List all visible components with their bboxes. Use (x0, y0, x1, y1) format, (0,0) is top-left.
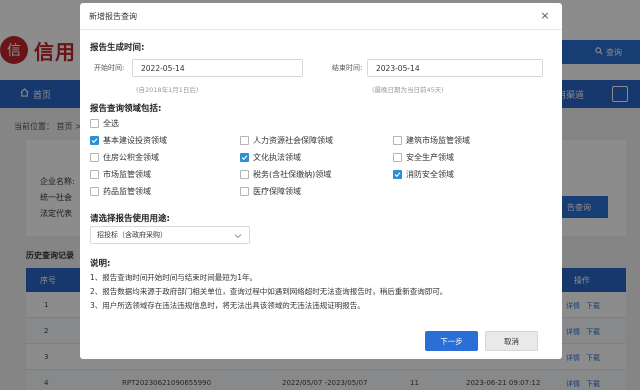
note-line: 1、报告查询时间开始时间与结束时间最短为1年。 (90, 273, 258, 282)
checkbox-unchecked[interactable] (240, 136, 249, 145)
checkbox-box[interactable] (90, 119, 99, 128)
checkbox-checked[interactable] (393, 170, 402, 179)
domain-checkbox[interactable]: 市场监管领域 (90, 169, 151, 180)
domain-checkbox-label: 安全生产领域 (406, 153, 454, 162)
domain-checkbox[interactable]: 税务(含社保缴纳)领域 (240, 169, 331, 180)
new-report-dialog: 新增报告查询 × 报告生成时间: 开始时间: 2022-05-14 (自2018… (80, 3, 562, 359)
dialog-title: 新增报告查询 (89, 12, 137, 21)
domain-section-title: 报告查询领域包括: (90, 104, 162, 114)
purpose-select-value: 招投标（含政府采购） (97, 231, 167, 239)
time-section-title: 报告生成时间: (90, 43, 145, 53)
domain-checkbox[interactable]: 医疗保障领域 (240, 186, 301, 197)
domain-checkbox-label: 药品监管领域 (103, 187, 151, 196)
divider (80, 29, 562, 30)
chevron-down-icon (233, 231, 243, 241)
domain-checkbox[interactable]: 住房公积金领域 (90, 152, 159, 163)
domain-checkbox[interactable]: 安全生产领域 (393, 152, 454, 163)
start-date-input[interactable]: 2022-05-14 (132, 59, 303, 77)
cancel-button[interactable]: 取消 (485, 331, 538, 351)
domain-checkbox-label: 医疗保障领域 (253, 187, 301, 196)
checkbox-unchecked[interactable] (393, 136, 402, 145)
checkbox-checked[interactable] (90, 136, 99, 145)
end-date-input[interactable]: 2023-05-14 (367, 59, 543, 77)
checkbox-checked[interactable] (240, 153, 249, 162)
domain-checkbox-label: 住房公积金领域 (103, 153, 159, 162)
domain-checkbox-label: 市场监管领域 (103, 170, 151, 179)
checkbox-unchecked[interactable] (90, 170, 99, 179)
domain-checkbox[interactable]: 建筑市场监管领域 (393, 135, 470, 146)
checkbox-unchecked[interactable] (90, 153, 99, 162)
end-date-hint: (最晚日期为当日前45天) (372, 86, 444, 94)
checkbox-unchecked[interactable] (393, 153, 402, 162)
domain-checkbox-label: 基本建设投资领域 (103, 136, 167, 145)
domain-checkbox[interactable]: 基本建设投资领域 (90, 135, 167, 146)
purpose-select[interactable]: 招投标（含政府采购） (90, 226, 250, 244)
note-line: 2、报告数据均来源于政府部门相关单位，查询过程中如遇到网络超时无法查询报告时，稍… (90, 287, 448, 296)
notes-title: 说明: (90, 259, 111, 269)
domain-checkbox-label: 消防安全领域 (406, 170, 454, 179)
domain-checkbox[interactable]: 文化执法领域 (240, 152, 301, 163)
note-line: 3、用户所选领域存在违法违规信息时，将无法出具该领域的无违法违规证明报告。 (90, 301, 365, 310)
select-all-label: 全选 (103, 119, 119, 128)
domain-checkbox[interactable]: 人力资源社会保障领域 (240, 135, 333, 146)
domain-checkbox-label: 税务(含社保缴纳)领域 (253, 170, 332, 179)
domain-checkbox[interactable]: 消防安全领域 (393, 169, 454, 180)
domain-checkbox-label: 建筑市场监管领域 (406, 136, 470, 145)
checkbox-unchecked[interactable] (240, 187, 249, 196)
next-button[interactable]: 下一步 (425, 331, 478, 351)
domain-checkbox-label: 文化执法领域 (253, 153, 301, 162)
start-time-label: 开始时间: (94, 64, 125, 72)
close-icon[interactable]: × (539, 9, 551, 22)
start-date-hint: (自2018年1月1日后) (136, 86, 199, 94)
select-all-checkbox[interactable]: 全选 (90, 118, 119, 129)
checkbox-unchecked[interactable] (240, 170, 249, 179)
domain-checkbox[interactable]: 药品监管领域 (90, 186, 151, 197)
purpose-section-title: 请选择报告使用用途: (90, 214, 170, 224)
checkbox-unchecked[interactable] (90, 187, 99, 196)
domain-checkbox-label: 人力资源社会保障领域 (253, 136, 333, 145)
end-time-label: 结束时间: (332, 64, 363, 72)
